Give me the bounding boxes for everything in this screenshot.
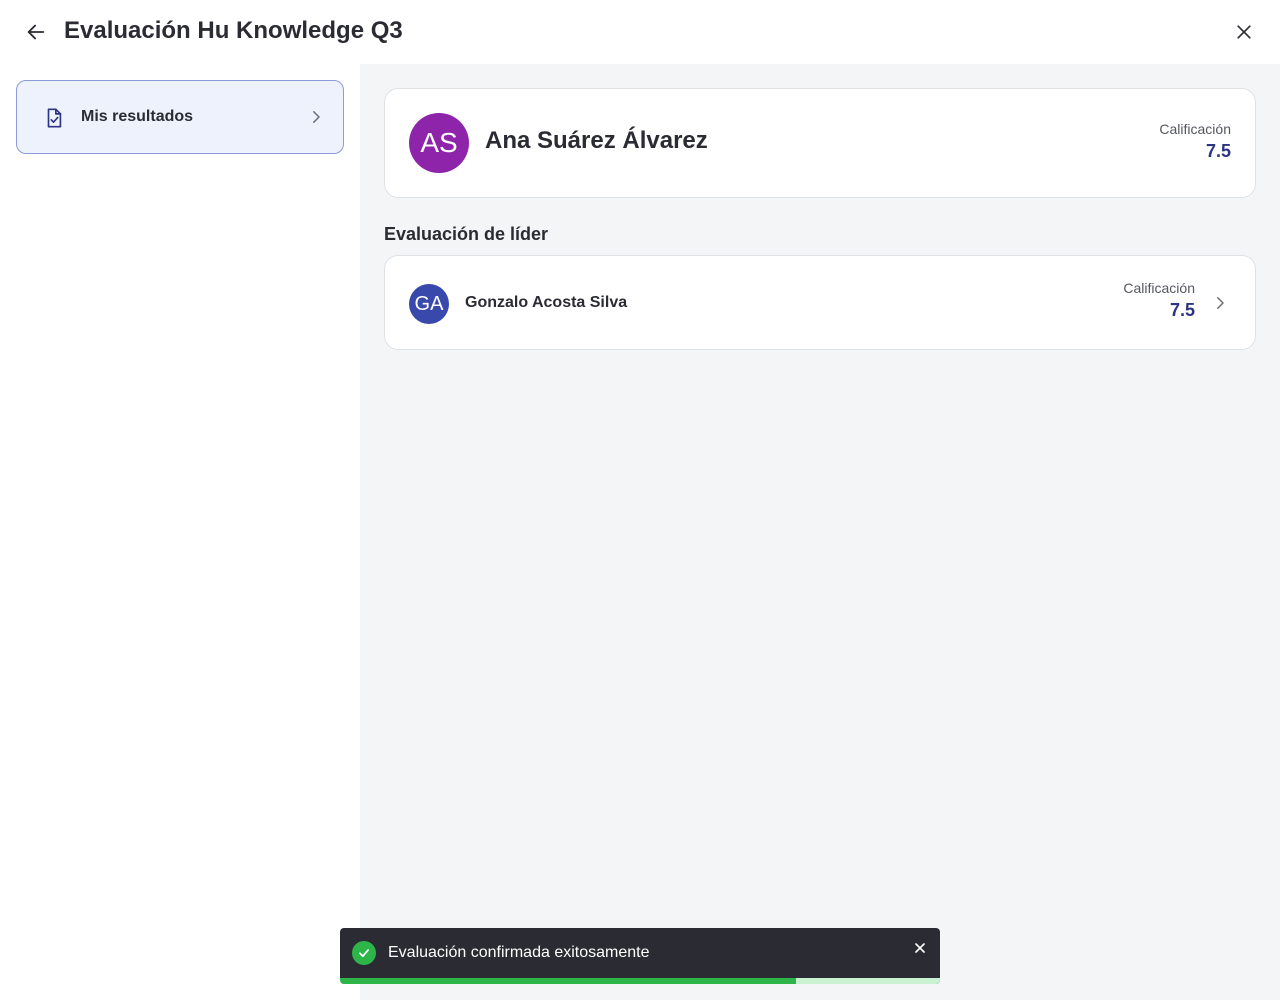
chevron-right-icon xyxy=(313,111,320,123)
toast-progress-track xyxy=(340,978,940,984)
check-circle-icon xyxy=(352,941,376,965)
close-icon xyxy=(1237,25,1251,39)
page-header: Evaluación Hu Knowledge Q3 xyxy=(0,0,1280,64)
toast-message: Evaluación confirmada exitosamente xyxy=(388,944,650,961)
user-result-card: AS Ana Suárez Álvarez Calificación 7.5 xyxy=(384,88,1256,198)
page-title: Evaluación Hu Knowledge Q3 xyxy=(64,17,403,44)
back-button[interactable] xyxy=(20,16,52,48)
avatar: AS xyxy=(409,113,469,173)
chevron-right-icon xyxy=(1217,297,1224,309)
leader-evaluation-card[interactable]: GA Gonzalo Acosta Silva Calificación 7.5 xyxy=(384,255,1256,350)
leader-grade-box: Calificación 7.5 xyxy=(1123,280,1195,321)
grade-value: 7.5 xyxy=(1205,141,1231,161)
grade-label: Calificación xyxy=(1159,121,1231,137)
close-toast-icon[interactable] xyxy=(912,940,928,956)
sidebar-item-label: Mis resultados xyxy=(81,108,194,125)
arrow-left-icon xyxy=(27,24,45,40)
sidebar: Mis resultados xyxy=(0,64,360,1000)
success-toast: Evaluación confirmada exitosamente xyxy=(340,928,940,984)
grade-value: 7.5 xyxy=(1169,300,1195,320)
leader-name: Gonzalo Acosta Silva xyxy=(465,294,628,311)
main-content: AS Ana Suárez Álvarez Calificación 7.5 E… xyxy=(360,64,1280,1000)
toast-progress-fill xyxy=(340,978,796,984)
close-button[interactable] xyxy=(1228,16,1260,48)
grade-label: Calificación xyxy=(1123,280,1195,296)
leader-avatar: GA xyxy=(409,284,449,324)
section-title: Evaluación de líder xyxy=(384,224,549,244)
user-name: Ana Suárez Álvarez xyxy=(485,127,708,154)
document-check-icon xyxy=(47,108,62,128)
grade-box: Calificación 7.5 xyxy=(1159,121,1231,162)
sidebar-item-mis-resultados[interactable]: Mis resultados xyxy=(16,80,344,154)
